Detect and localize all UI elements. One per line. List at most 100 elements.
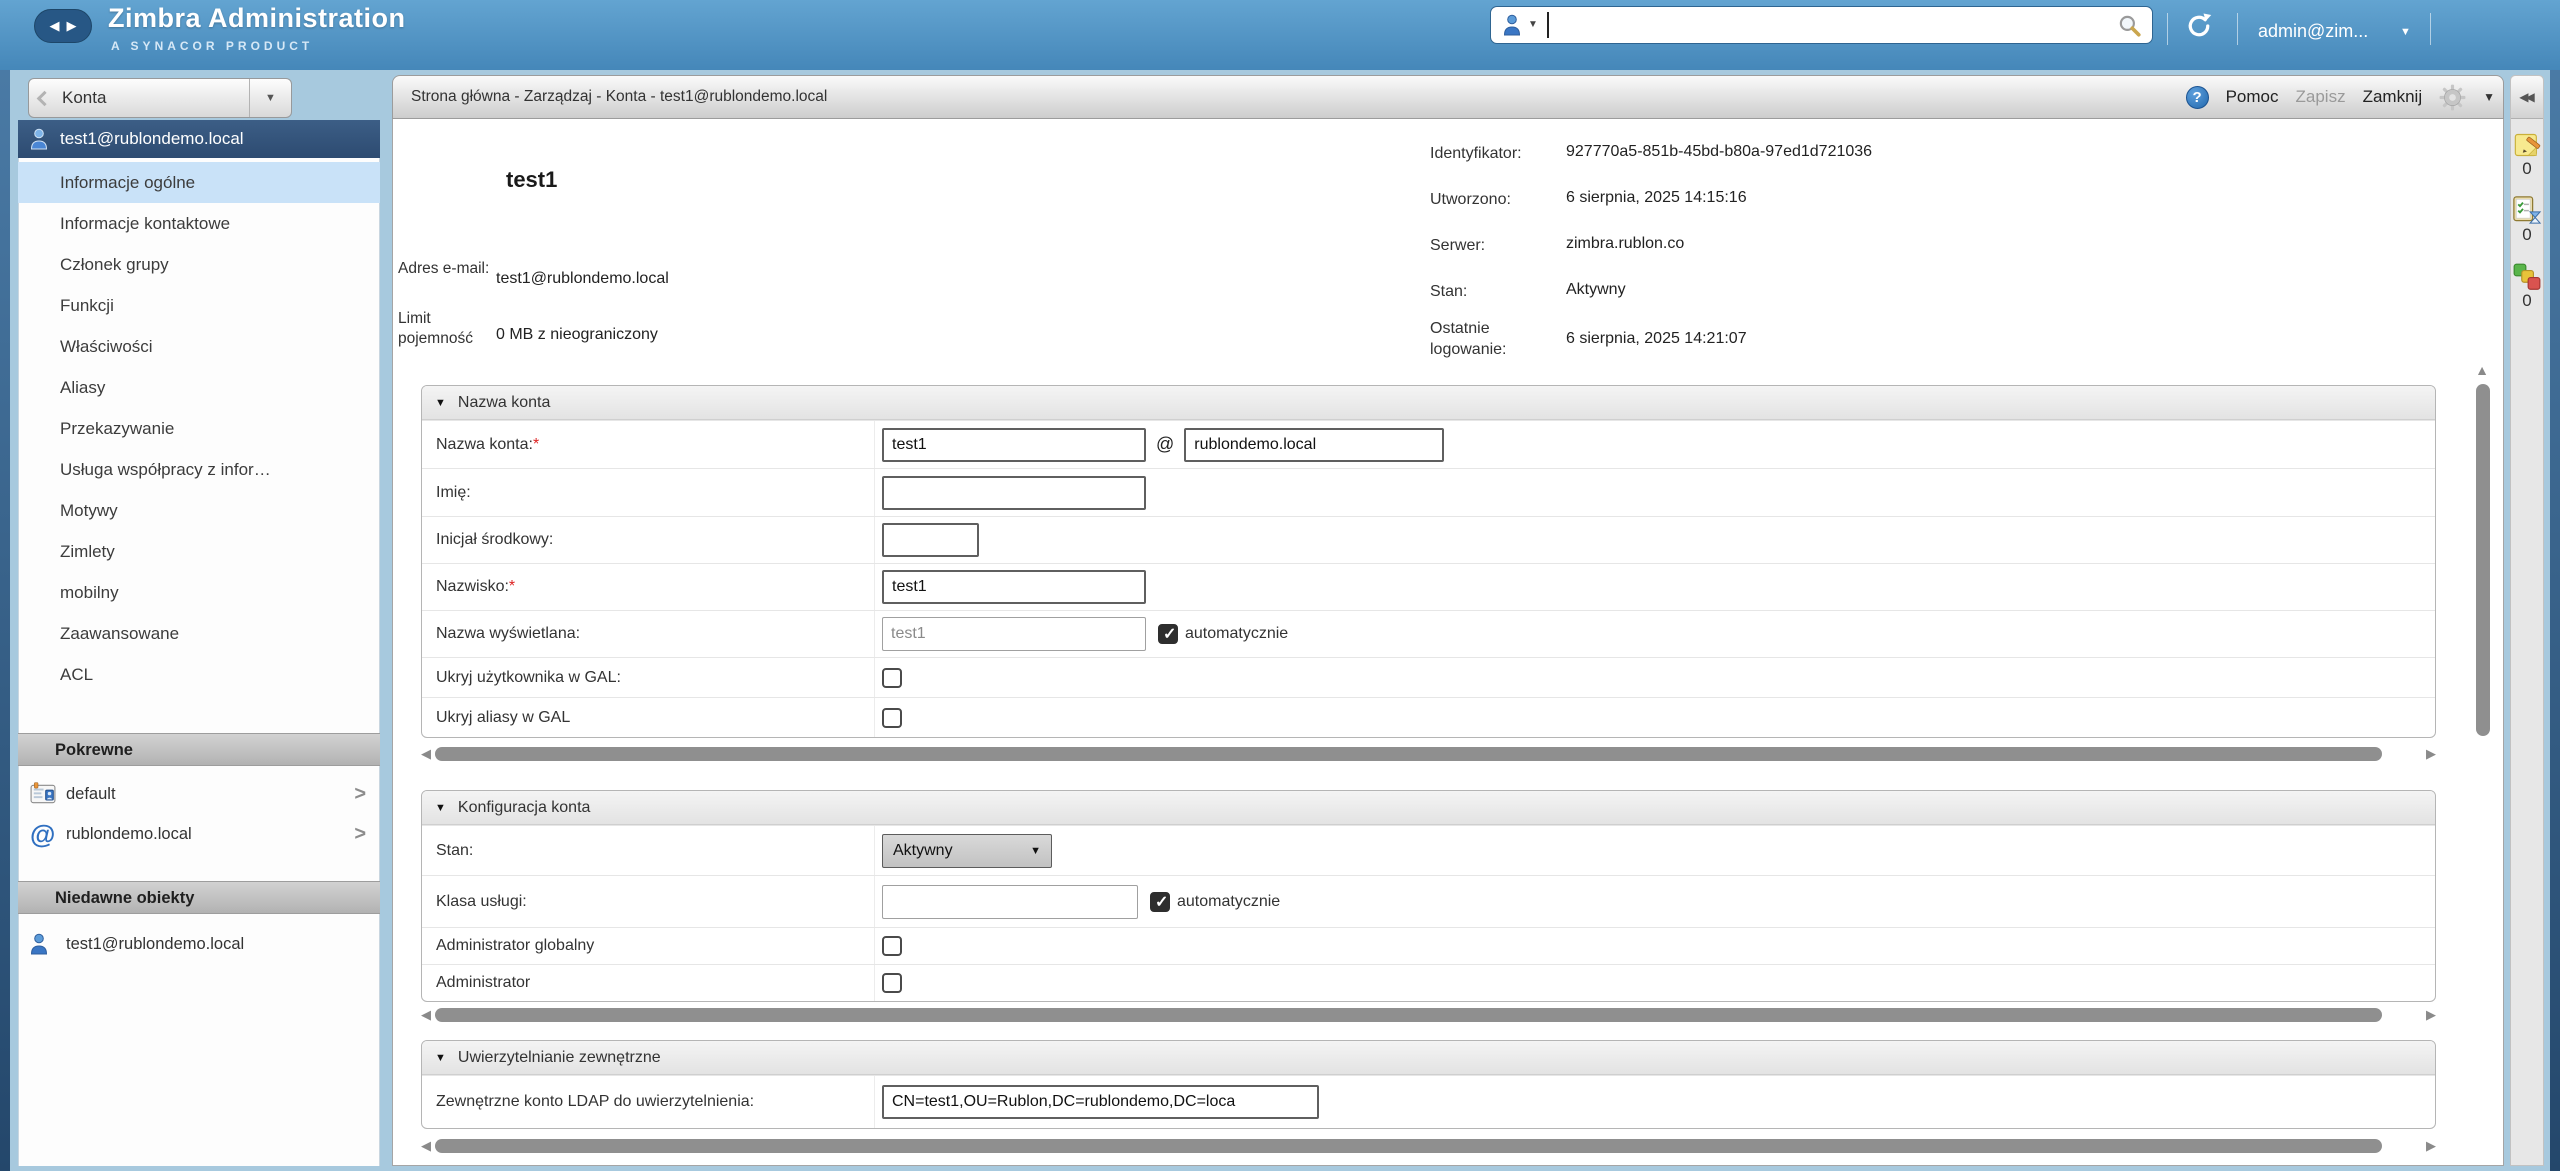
section-collapse-icon[interactable]: ▼: [435, 1052, 446, 1064]
search-input[interactable]: [1549, 10, 2110, 40]
scroll-right-icon[interactable]: ▶: [2422, 747, 2436, 760]
account-name-input[interactable]: [882, 428, 1146, 462]
notes-count-badge: 0: [2511, 159, 2543, 179]
status-select[interactable]: Aktywny ▼: [882, 834, 1052, 868]
section-collapse-icon[interactable]: ▼: [435, 397, 446, 409]
sidebar-item-functions[interactable]: Funkcji: [18, 285, 380, 326]
section-header-account-config[interactable]: ▼ Konfiguracja konta: [422, 791, 2435, 825]
cos-auto-checkbox[interactable]: [1150, 892, 1170, 912]
context-selector-label: Konta: [62, 88, 106, 108]
hide-in-gal-checkbox[interactable]: [882, 668, 902, 688]
scroll-right-icon[interactable]: ▶: [2422, 1008, 2436, 1021]
sidebar-item-aliases[interactable]: Aliasy: [18, 367, 380, 408]
gear-icon[interactable]: [2439, 84, 2466, 111]
search-type-selector[interactable]: ▼: [1491, 14, 1547, 36]
info-value: zimbra.rublon.co: [1566, 235, 1684, 253]
middle-initial-input[interactable]: [882, 523, 979, 557]
toolbar-dropdown-icon[interactable]: ▼: [2483, 90, 2495, 104]
top-banner: ◀ ▶ Zimbra Administration A SYNACOR PROD…: [0, 0, 2560, 70]
quota-value: 0 MB z nieograniczony: [496, 326, 658, 344]
nav-arrows-button[interactable]: ◀ ▶: [34, 9, 92, 43]
vertical-scrollbar-thumb[interactable]: [2476, 384, 2490, 736]
context-selector[interactable]: Konta ▼: [28, 78, 292, 118]
close-button[interactable]: Zamknij: [2363, 87, 2423, 107]
quota-label: Limit pojemność: [398, 309, 508, 349]
scrollbar-thumb[interactable]: [435, 1008, 2382, 1022]
sidebar-item-properties[interactable]: Właściwości: [18, 326, 380, 367]
account-menu-button[interactable]: admin@zim...: [2258, 21, 2368, 42]
sidebar-item-group-member[interactable]: Członek grupy: [18, 244, 380, 285]
scroll-left-icon[interactable]: ◀: [421, 1139, 435, 1152]
nav-forward-icon[interactable]: ▶: [67, 18, 77, 34]
info-label: Identyfikator:: [1430, 143, 1558, 164]
sidebar-item-contact-info[interactable]: Informacje kontaktowe: [18, 203, 380, 244]
sidebar-item-acl[interactable]: ACL: [18, 654, 380, 695]
info-label: Utworzono:: [1430, 189, 1558, 210]
form-row-display-name: Nazwa wyświetlana: automatycznie: [422, 610, 2435, 657]
sidebar-item-themes[interactable]: Motywy: [18, 490, 380, 531]
field-label: Administrator: [422, 974, 874, 992]
section-header-external-auth[interactable]: ▼ Uwierzytelnianie zewnętrzne: [422, 1041, 2435, 1075]
scrollbar-thumb[interactable]: [435, 1139, 2382, 1153]
collapse-panel-button[interactable]: ◀◀: [2511, 76, 2543, 119]
sidebar-item-collab-service[interactable]: Usługa współpracy z infor…: [18, 449, 380, 490]
admin-checkbox[interactable]: [882, 973, 902, 993]
nav-back-icon[interactable]: ◀: [50, 18, 60, 34]
field-label: Zewnętrzne konto LDAP do uwierzytelnieni…: [422, 1093, 874, 1111]
last-name-input[interactable]: [882, 570, 1146, 604]
sidebar-item-advanced[interactable]: Zaawansowane: [18, 613, 380, 654]
toolbar: Strona główna - Zarządzaj - Konta - test…: [392, 75, 2504, 119]
save-button[interactable]: Zapisz: [2296, 87, 2346, 107]
chevron-down-icon[interactable]: ▼: [249, 79, 291, 117]
display-name-auto-checkbox[interactable]: [1158, 624, 1178, 644]
global-admin-checkbox[interactable]: [882, 936, 902, 956]
help-icon[interactable]: ?: [2186, 86, 2209, 109]
sidebar: Konta ▼ test1@rublondemo.local Informacj…: [18, 75, 380, 1166]
search-type-dropdown-icon[interactable]: ▼: [1528, 20, 1538, 30]
objects-count-badge: 0: [2511, 291, 2543, 311]
section-header-account-name[interactable]: ▼ Nazwa konta: [422, 386, 2435, 420]
display-name-input[interactable]: [882, 617, 1146, 651]
auto-label: automatycznie: [1185, 625, 1288, 643]
sidebar-nav-list: Informacje ogólne Informacje kontaktowe …: [18, 162, 380, 695]
search-button[interactable]: [2110, 12, 2152, 38]
section-title: Nazwa konta: [458, 394, 551, 412]
info-label: Serwer:: [1430, 235, 1558, 256]
scrollbar-thumb[interactable]: [435, 747, 2382, 761]
hide-aliases-checkbox[interactable]: [882, 708, 902, 728]
objects-icon[interactable]: [2511, 263, 2543, 291]
scroll-up-icon[interactable]: ▲: [2475, 362, 2489, 378]
help-button[interactable]: Pomoc: [2226, 87, 2279, 107]
related-item-cos-default[interactable]: default >: [18, 775, 380, 813]
ldap-account-input[interactable]: [882, 1085, 1319, 1119]
scroll-right-icon[interactable]: ▶: [2422, 1139, 2436, 1152]
global-search[interactable]: ▼: [1490, 6, 2153, 44]
breadcrumb: Strona główna - Zarządzaj - Konta - test…: [411, 88, 827, 106]
tasks-icon[interactable]: [2511, 195, 2543, 225]
sidebar-item-general-info[interactable]: Informacje ogólne: [18, 162, 380, 203]
sidebar-item-mobile[interactable]: mobilny: [18, 572, 380, 613]
related-item-label: rublondemo.local: [66, 825, 192, 844]
info-label: Ostatnie logowanie:: [1430, 318, 1558, 360]
horizontal-scrollbar: ◀ ▶: [421, 1006, 2436, 1023]
account-menu-dropdown-icon[interactable]: ▼: [2400, 26, 2411, 38]
sidebar-item-forwarding[interactable]: Przekazywanie: [18, 408, 380, 449]
cos-input[interactable]: [882, 885, 1138, 919]
related-item-domain[interactable]: @ rublondemo.local >: [18, 815, 380, 853]
chevron-right-icon[interactable]: >: [354, 823, 366, 846]
first-name-input[interactable]: [882, 476, 1146, 510]
section-collapse-icon[interactable]: ▼: [435, 802, 446, 814]
refresh-button[interactable]: [2184, 11, 2214, 46]
sidebar-account-header: test1@rublondemo.local: [18, 120, 380, 158]
recent-item-account[interactable]: test1@rublondemo.local: [18, 925, 380, 963]
domain-input[interactable]: [1184, 428, 1444, 462]
notes-icon[interactable]: [2511, 131, 2543, 159]
sidebar-account-label: test1@rublondemo.local: [60, 129, 244, 149]
chevron-right-icon[interactable]: >: [354, 783, 366, 806]
recent-section-header: Niedawne obiekty: [18, 881, 380, 914]
scroll-left-icon[interactable]: ◀: [421, 747, 435, 760]
scroll-left-icon[interactable]: ◀: [421, 1008, 435, 1021]
sidebar-item-zimlets[interactable]: Zimlety: [18, 531, 380, 572]
section-external-auth: ▼ Uwierzytelnianie zewnętrzne Zewnętrzne…: [421, 1040, 2436, 1129]
section-account-name: ▼ Nazwa konta Nazwa konta:* @ Imię: Inic…: [421, 385, 2436, 738]
